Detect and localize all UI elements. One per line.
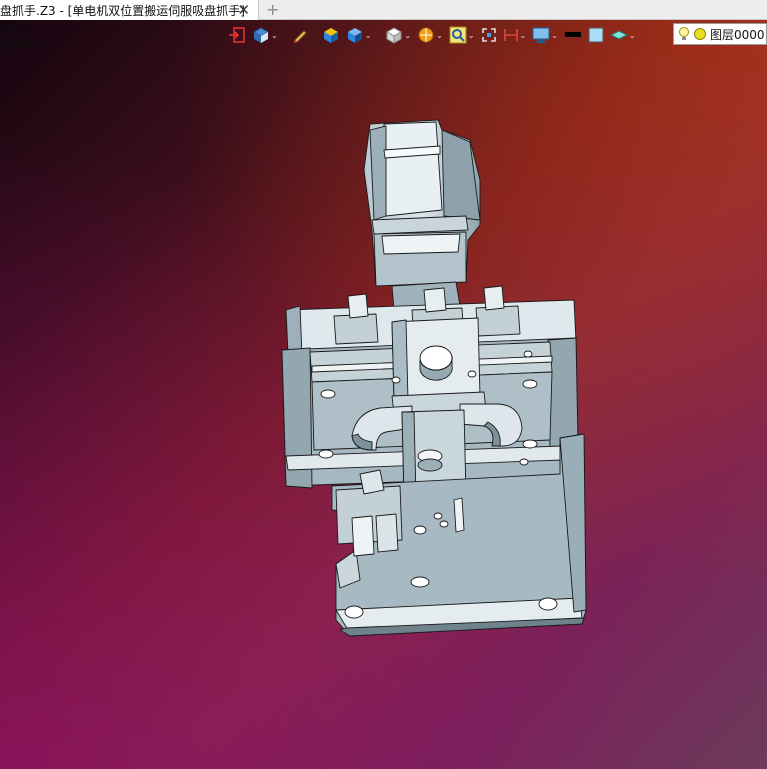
tab-bar: 盘抓手.Z3 - [单电机双位置搬运伺服吸盘抓手] ✕ + (0, 0, 767, 20)
view-direction-caret: ⌄ (271, 30, 278, 40)
shaded-button[interactable] (320, 24, 342, 46)
document-tab[interactable]: 盘抓手.Z3 - [单电机双位置搬运伺服吸盘抓手] ✕ (0, 0, 259, 20)
face-color-button[interactable] (586, 24, 606, 46)
view-cube-caret: ⌄ (404, 30, 412, 40)
line-color-button[interactable] (562, 24, 584, 46)
layer-selector[interactable]: 图层0000 (673, 23, 767, 45)
view-toolbar: ⌄ ⌄ ⌄ ⌄ ⌄ ⌄ ⌄ ⌄ (226, 23, 638, 47)
zoom-caret: ⌄ (467, 30, 475, 40)
solid-box-icon (347, 28, 362, 43)
new-tab-icon[interactable]: + (266, 0, 279, 19)
display-settings-caret: ⌄ (551, 30, 558, 40)
pencil-icon (293, 30, 307, 43)
zoom-icon (449, 26, 467, 44)
tab-title: 盘抓手.Z3 - [单电机双位置搬运伺服吸盘抓手] (0, 3, 245, 18)
render-sphere-icon (418, 27, 434, 43)
cad-model[interactable] (0, 20, 767, 769)
hint-line-2: 或者键提示。 (0, 38, 66, 51)
lightbulb-icon (679, 27, 689, 40)
light-blue-swatch-icon (588, 27, 604, 43)
fit-view-button[interactable] (479, 24, 499, 46)
display-mode-button[interactable]: ⌄ (344, 24, 374, 46)
sketch-button[interactable] (290, 24, 310, 46)
layer-name: 图层0000 (710, 27, 765, 42)
dimension-icon (503, 29, 518, 41)
white-cube-icon (386, 27, 403, 44)
zoom-button[interactable]: ⌄ (447, 24, 477, 46)
view-cube-button[interactable]: ⌄ (383, 24, 413, 46)
measure-button[interactable]: ⌄ (501, 24, 529, 46)
fit-view-icon (481, 28, 496, 42)
material-caret: ⌄ (628, 30, 636, 40)
display-settings-button[interactable]: ⌄ (530, 24, 560, 46)
material-button[interactable]: ⌄ (608, 24, 638, 46)
render-caret: ⌄ (436, 30, 443, 40)
layer-color-icon (694, 28, 706, 40)
center-carriage[interactable] (391, 317, 487, 415)
servo-motor[interactable] (363, 119, 481, 311)
status-hint: 键 或者键提示。 (0, 24, 66, 52)
exit-icon (229, 27, 245, 43)
shaded-box-icon (323, 28, 338, 43)
monitor-icon (532, 27, 550, 43)
display-mode-caret: ⌄ (364, 30, 372, 40)
3d-viewport[interactable]: 键 或者键提示。 ⌄ ⌄ ⌄ ⌄ ⌄ ⌄ ⌄ ⌄ 图层0000 (0, 20, 767, 769)
view-direction-button[interactable]: ⌄ (250, 24, 280, 46)
hint-line-1: 键 (0, 24, 11, 37)
view-direction-icon (252, 27, 270, 43)
black-swatch-icon (564, 32, 581, 37)
material-icon (609, 30, 628, 40)
exit-button[interactable] (226, 24, 248, 46)
render-button[interactable]: ⌄ (415, 24, 445, 46)
measure-caret: ⌄ (519, 30, 527, 40)
tab-close-icon[interactable]: ✕ (237, 1, 250, 19)
